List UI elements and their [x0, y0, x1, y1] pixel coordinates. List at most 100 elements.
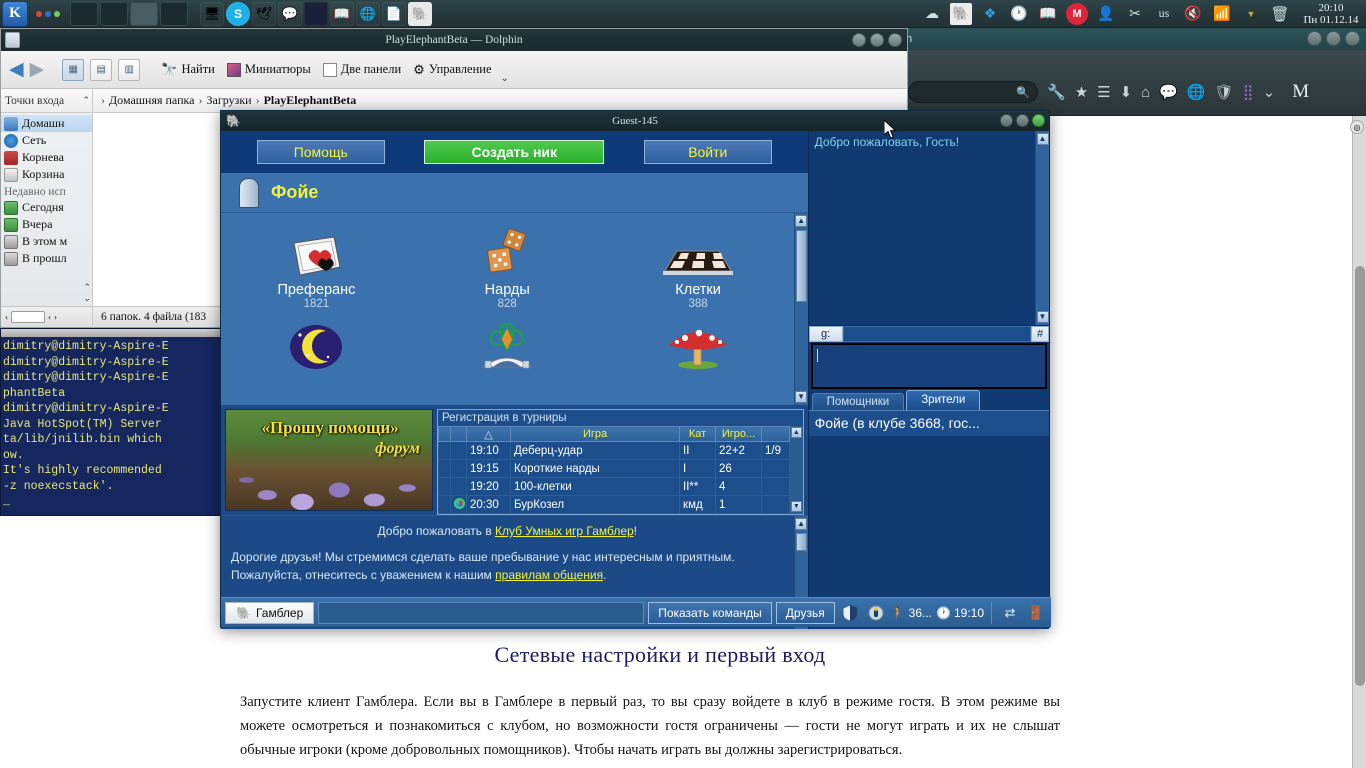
table-row[interactable]: 20:30 БурКозел кмд 1 [438, 495, 791, 514]
create-nick-button[interactable]: Создать ник [424, 140, 605, 164]
pager-desktop-3[interactable] [130, 1, 158, 26]
col-header-sort[interactable]: △ [466, 426, 511, 442]
breadcrumb-item-2[interactable]: PlayElephantBeta [264, 93, 357, 108]
keyboard-layout-indicator[interactable]: us [1153, 3, 1175, 25]
games-scrollbar[interactable]: ▲ ▼ [793, 213, 808, 405]
chevron-down-icon[interactable]: ⌄ [1263, 83, 1276, 101]
star-icon[interactable]: ★ [1075, 83, 1088, 101]
places-panel[interactable]: Домашн Сеть Корнева Корзина Недавно исп … [1, 113, 93, 306]
game-item-bridge[interactable] [412, 315, 603, 405]
monitor-icon[interactable]: 🖥 [200, 1, 224, 26]
close-icon[interactable] [1345, 31, 1360, 46]
dolphin-titlebar[interactable]: PlayElephantBeta — Dolphin [1, 29, 907, 51]
zoom-slider-area[interactable]: ‹ ‹ › [1, 306, 93, 328]
book-icon[interactable]: 📖 [330, 1, 354, 26]
dark-app-icon[interactable] [304, 1, 328, 26]
col-header-6[interactable] [761, 426, 791, 442]
club-link[interactable]: Клуб Умных игр Гамблер [495, 524, 634, 538]
tournament-table[interactable]: △ Игра Кат Игро... 19:10 Деберц-удар II 22+… [438, 426, 791, 514]
scroll-down-icon[interactable]: ▼ [795, 391, 808, 403]
scroll-top-icon[interactable]: ◎ [1350, 120, 1364, 134]
browser-vertical-scrollbar[interactable]: ◎ [1350, 116, 1366, 768]
columns-view-icon[interactable]: ▥ [118, 58, 141, 81]
place-item-today[interactable]: Сегодня [1, 199, 92, 216]
preview-button[interactable]: Миниатюры [224, 60, 314, 79]
scrollbar-thumb[interactable] [1355, 266, 1365, 686]
battery-icon[interactable]: ▼ [1240, 3, 1262, 25]
elephant-icon[interactable]: 🐘 [408, 1, 432, 26]
col-header-cat[interactable]: Кат [679, 426, 717, 442]
scroll-up-icon[interactable]: ▲ [1036, 133, 1049, 145]
chevron-left-icon-2[interactable]: ‹ [48, 312, 51, 322]
wifi-icon[interactable]: 📶 [1211, 3, 1233, 25]
thunderbird-icon[interactable]: 🕊 [252, 1, 276, 26]
place-item-home[interactable]: Домашн [1, 115, 92, 132]
home-icon[interactable]: ⌂ [1141, 84, 1150, 101]
document-icon[interactable]: 📄 [382, 1, 406, 26]
chat-composer-input[interactable] [810, 342, 1047, 389]
breadcrumb-item-0[interactable]: Домашняя папка [109, 93, 194, 108]
col-header-1[interactable] [450, 426, 467, 442]
login-button[interactable]: Войти [643, 140, 772, 164]
taskbar-clock[interactable]: 20:10 Пн 01.12.14 [1298, 2, 1360, 26]
chat-target-label[interactable]: g: [808, 325, 843, 342]
firefox-icon[interactable]: 🌐 [356, 1, 380, 26]
places-collapse-icon[interactable]: ⌃ [82, 95, 90, 106]
book-icon[interactable]: 📖 [1037, 3, 1059, 25]
pager-desktop-2[interactable] [100, 1, 128, 26]
scroll-up-icon[interactable]: ▲ [790, 427, 802, 438]
trash-icon[interactable]: 🗑 [1269, 3, 1291, 25]
friends-button[interactable]: Друзья [775, 601, 835, 624]
maximize-icon[interactable] [870, 33, 884, 47]
places-scroll-arrows[interactable]: ⌃ ⌄ [83, 282, 91, 304]
breadcrumb[interactable]: › Домашняя папка › Загрузки › PlayElepha… [93, 93, 356, 108]
col-header-0[interactable] [438, 426, 451, 442]
skype-icon[interactable]: S [226, 1, 250, 26]
network-transfer-icon[interactable]: ⇄ [999, 602, 1021, 624]
minimize-icon[interactable] [1000, 114, 1013, 127]
minimize-icon[interactable] [852, 33, 866, 47]
shield-icon[interactable]: 🛡 [1215, 83, 1234, 101]
pager-desktop-1[interactable] [70, 1, 98, 26]
mail-m-icon[interactable]: M [1066, 2, 1088, 25]
bell-icon[interactable] [865, 602, 887, 624]
app-taskbar-button[interactable]: 🐘 Гамблер [225, 601, 315, 624]
gambler-window-controls[interactable] [1000, 114, 1045, 127]
chat-target-field[interactable] [842, 325, 1031, 342]
game-item-kletki[interactable]: Клетки 388 [603, 225, 794, 315]
rules-link[interactable]: правилам общения [495, 568, 603, 582]
speaker-muted-icon[interactable]: 🔇 [1182, 3, 1204, 25]
exit-icon[interactable]: 🚪 [1025, 602, 1047, 624]
zoom-slider[interactable] [11, 311, 45, 323]
place-item-last-month[interactable]: В прошл [1, 250, 92, 267]
place-item-trash[interactable]: Корзина [1, 166, 92, 183]
wrench-icon[interactable]: 🔧 [1047, 83, 1066, 101]
scrollbar-thumb[interactable] [795, 533, 807, 551]
kde-menu-button[interactable]: K [2, 0, 28, 27]
dolphin-window-controls[interactable] [852, 33, 902, 47]
help-button[interactable]: Помощь [256, 140, 385, 164]
user-clock-icon[interactable]: 👤 [1095, 3, 1117, 25]
maximize-icon[interactable] [1016, 114, 1029, 127]
terminal-titlebar[interactable] [1, 329, 221, 337]
table-row[interactable]: 19:10 Деберц-удар II 22+2 1/9 [438, 441, 791, 460]
place-item-root[interactable]: Корнева [1, 149, 92, 166]
browser-titlebar[interactable]: n [900, 28, 1366, 50]
table-row[interactable]: 19:20 100-клетки II** 4 [438, 477, 791, 496]
game-item-mushroom[interactable] [603, 315, 794, 405]
virtual-desktop-pager[interactable] [70, 1, 188, 26]
maximize-icon[interactable] [1326, 31, 1341, 46]
scroll-up-icon[interactable]: ▲ [795, 518, 808, 530]
details-view-icon[interactable]: ▤ [90, 58, 113, 81]
tournament-scrollbar[interactable]: ▲ ▼ [790, 426, 803, 514]
system-tray[interactable]: ☁ 🐘 ❖ 🕐 📖 M 👤 ✂ us 🔇 📶 ▼ 🗑 20:10 Пн 01.1… [921, 2, 1366, 26]
gambler-client-window[interactable]: 🐘 Guest-145 Помощь Создать ник Войти Фой… [220, 110, 1051, 629]
control-menu-button[interactable]: ⚙ Управление [410, 60, 494, 80]
terminal-window[interactable]: dimitry@dimitry-Aspire-E dimitry@dimitry… [0, 328, 222, 516]
hash-button[interactable]: # [1031, 325, 1049, 342]
scrollbar-thumb[interactable] [795, 230, 807, 302]
gambler-titlebar[interactable]: 🐘 Guest-145 [221, 111, 1049, 131]
shield-icon[interactable] [839, 602, 861, 624]
elephant-icon[interactable]: 🐘 [950, 2, 972, 25]
list-icon[interactable]: ☰ [1097, 83, 1110, 101]
